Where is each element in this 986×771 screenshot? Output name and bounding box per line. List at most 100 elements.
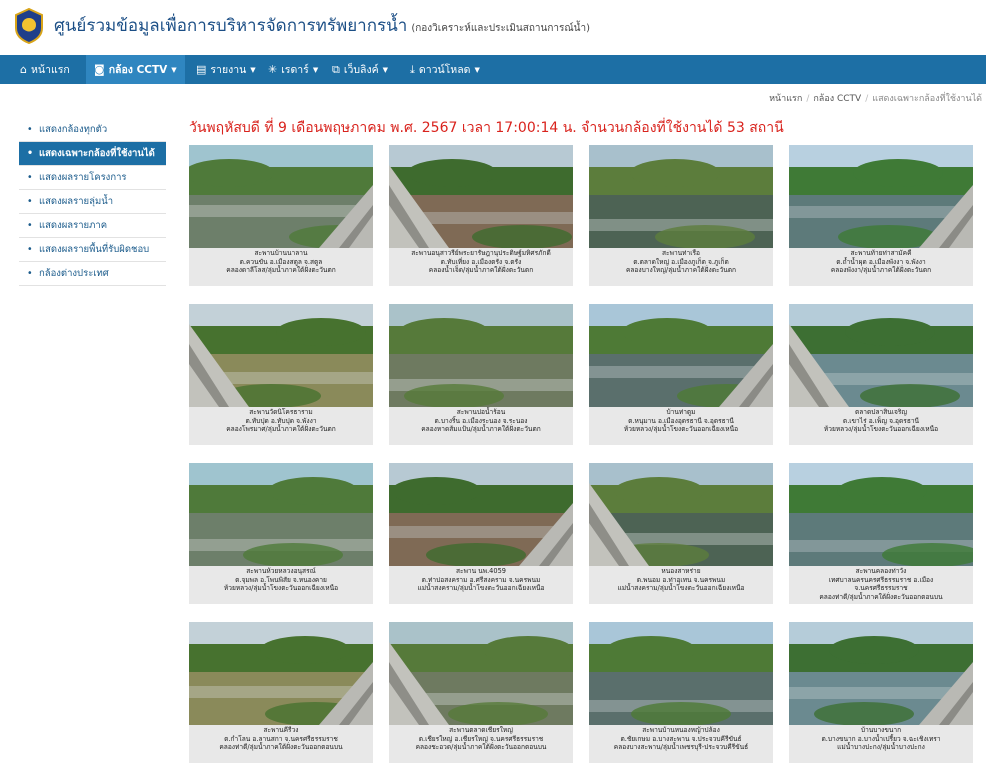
camera-location: ต.ถ้ำน้ำผุด อ.เมืองพังงา จ.พังงา	[836, 257, 926, 266]
sidebar-item-by-project[interactable]: แสดงผลรายโครงการ	[19, 166, 166, 190]
camera-card[interactable]: สะพานคลองท่าวัง เทศบาลนครนครศรีธรรมราช อ.…	[789, 463, 973, 604]
camera-snapshot[interactable]	[189, 304, 373, 407]
sidebar-item-by-region[interactable]: แสดงผลรายภาค	[19, 214, 166, 238]
camera-basin: ห้วยหลวง/ลุ่มน้ำโขงตะวันออกเฉียงเหนือ	[623, 425, 739, 433]
camera-station-name[interactable]: สะพานท้ายท่าสามัคคี	[789, 249, 973, 258]
sidebar-item-working-cameras[interactable]: แสดงเฉพาะกล้องที่ใช้งานได้	[19, 142, 166, 166]
camera-card[interactable]: สะพานตลาดเชียรใหญ่ ต.เชียรใหญ่ อ.เชียรใหญ…	[389, 622, 573, 763]
camera-basin-extra: คลองท่าดี/ลุ่มน้ำภาคใต้ฝั่งตะวันออกตอนบน	[819, 592, 943, 601]
camera-station-name[interactable]: สะพานวัดนิโครธาราม	[189, 408, 373, 417]
sidebar-item-foreign-cameras[interactable]: กล้องต่างประเทศ	[19, 262, 166, 286]
site-title[interactable]: ศูนย์รวมข้อมูลเพื่อการบริหารจัดการทรัพยา…	[54, 12, 590, 39]
sidebar-item-by-responsible-area[interactable]: แสดงผลรายพื้นที่รับผิดชอบ	[19, 238, 166, 262]
camera-caption: ตลาดปลาสินเจริญ ต.เขาไร่ อ.เพ็ญ จ.อุดรธาน…	[789, 408, 973, 434]
chevron-down-icon: ▼	[382, 65, 388, 74]
nav-report[interactable]: ▤ รายงาน ▼	[196, 55, 256, 84]
camera-basin: คลองโพรมาศ/ลุ่มน้ำภาคใต้ฝั่งตะวันตก	[226, 425, 336, 433]
camera-card[interactable]: สะพานอนุสาวรีย์พระยารัษฎานุประดิษฐ์มหิศร…	[389, 145, 573, 286]
camera-card[interactable]: สะพานห้วยหลวงอนุสรณ์ ต.จุมพล อ.โพนพิสัย จ…	[189, 463, 373, 604]
camera-station-name[interactable]: สะพาน นพ.4059	[389, 567, 573, 576]
camera-card[interactable]: หนองสาหร่าย ต.พนอม อ.ท่าอุเทน จ.นครพนม แม่…	[589, 463, 773, 604]
camera-snapshot-image	[789, 145, 973, 248]
camera-station-name[interactable]: สะพานคีรีวง	[189, 726, 373, 735]
camera-caption: หนองสาหร่าย ต.พนอม อ.ท่าอุเทน จ.นครพนม แม่…	[589, 567, 773, 593]
sidebar-item-all-cameras[interactable]: แสดงกล้องทุกตัว	[19, 118, 166, 142]
camera-card[interactable]: บ้านบางขนาก ต.บางขนาก อ.บางน้ำเปรี้ยว จ.ฉ…	[789, 622, 973, 763]
camera-snapshot[interactable]	[789, 145, 973, 248]
camera-snapshot[interactable]	[789, 622, 973, 725]
camera-station-name[interactable]: สะพานบ้านหนองหญ้าปล้อง	[589, 726, 773, 735]
nav-cctv[interactable]: ◙ กล้อง CCTV ▼	[86, 55, 185, 84]
camera-snapshot[interactable]	[189, 463, 373, 566]
logo-emblem-icon[interactable]	[14, 8, 44, 44]
home-icon: ⌂	[20, 63, 27, 76]
breadcrumb-cctv[interactable]: กล้อง CCTV	[813, 94, 861, 104]
camera-location: ต.เขาไร่ อ.เพ็ญ จ.อุดรธานี	[842, 416, 920, 425]
nav-download[interactable]: ⤓ ดาวน์โหลด ▼	[410, 55, 480, 84]
nav-report-label: รายงาน	[210, 64, 247, 76]
nav-home[interactable]: ⌂ หน้าแรก	[20, 55, 70, 84]
camera-station-name[interactable]: สะพานบ่อน้ำร้อน	[389, 408, 573, 417]
camera-caption: สะพานคีรีวง ต.กำโลน อ.ลานสกา จ.นครศรีธรรม…	[189, 726, 373, 752]
camera-card[interactable]: สะพานบ้านหนองหญ้าปล้อง ต.ชัยเกษม อ.บางสะพ…	[589, 622, 773, 763]
chevron-down-icon: ▼	[474, 65, 480, 74]
camera-snapshot[interactable]	[589, 304, 773, 407]
camera-location: เทศบาลนครนครศรีธรรมราช อ.เมือง	[828, 575, 934, 584]
camera-basin: คลองบางใหญ่/ลุ่มน้ำภาคใต้ฝั่งตะวันตก	[625, 266, 737, 274]
breadcrumb-separator: /	[865, 94, 869, 104]
camera-snapshot[interactable]	[389, 463, 573, 566]
camera-location: ต.บางขนาก อ.บางน้ำเปรี้ยว จ.ฉะเชิงเทรา	[821, 734, 941, 743]
camera-station-name[interactable]: สะพานห้วยหลวงอนุสรณ์	[189, 567, 373, 576]
camera-station-name[interactable]: บ้านบางขนาก	[789, 726, 973, 735]
camera-station-name[interactable]: สะพานท่าเรือ	[589, 249, 773, 258]
camera-snapshot[interactable]	[189, 145, 373, 248]
site-header: ศูนย์รวมข้อมูลเพื่อการบริหารจัดการทรัพยา…	[0, 0, 986, 52]
camera-snapshot[interactable]	[789, 463, 973, 566]
camera-snapshot[interactable]	[389, 622, 573, 725]
nav-radar-label: เรดาร์	[281, 64, 309, 76]
camera-snapshot[interactable]	[589, 463, 773, 566]
camera-snapshot[interactable]	[189, 622, 373, 725]
nav-weblink[interactable]: ⧉ เว็บลิงค์ ▼	[332, 55, 388, 84]
camera-caption: สะพานคลองท่าวัง เทศบาลนครนครศรีธรรมราช อ.…	[789, 567, 973, 601]
breadcrumb-home[interactable]: หน้าแรก	[769, 94, 802, 104]
nav-cctv-label: กล้อง CCTV	[108, 64, 168, 76]
camera-station-name[interactable]: หนองสาหร่าย	[589, 567, 773, 576]
camera-location: ต.หนุมาน อ.เมืองอุดรธานี จ.อุดรธานี	[628, 416, 734, 425]
camera-station-name[interactable]: สะพานอนุสาวรีย์พระยารัษฎานุประดิษฐ์มหิศร…	[389, 249, 573, 258]
camera-card[interactable]: สะพานบ่อน้ำร้อน ต.บางริ้น อ.เมืองระนอง จ.…	[389, 304, 573, 445]
camera-station-name[interactable]: สะพานตลาดเชียรใหญ่	[389, 726, 573, 735]
camera-snapshot[interactable]	[789, 304, 973, 407]
camera-card[interactable]: สะพาน นพ.4059 ต.ท่าบ่อสงคราม อ.ศรีสงคราม …	[389, 463, 573, 604]
nav-radar[interactable]: ✳ เรดาร์ ▼	[268, 55, 318, 84]
camera-station-name[interactable]: สะพานบ้านนาลาน	[189, 249, 373, 258]
camera-basin: คลองหาดส้มแป้น/ลุ่มน้ำภาคใต้ฝั่งตะวันตก	[421, 425, 541, 433]
camera-card[interactable]: สะพานบ้านนาลาน ต.ควนขัน อ.เมืองสตูล จ.สตู…	[189, 145, 373, 286]
camera-snapshot-image	[789, 622, 973, 725]
camera-snapshot-image	[189, 463, 373, 566]
camera-snapshot[interactable]	[389, 145, 573, 248]
camera-location: ต.บางริ้น อ.เมืองระนอง จ.ระนอง	[434, 416, 528, 425]
camera-snapshot[interactable]	[389, 304, 573, 407]
camera-caption: สะพานบ้านนาลาน ต.ควนขัน อ.เมืองสตูล จ.สตู…	[189, 249, 373, 275]
sidebar-item-by-basin[interactable]: แสดงผลรายลุ่มน้ำ	[19, 190, 166, 214]
camera-location: ต.กำโลน อ.ลานสกา จ.นครศรีธรรมราช	[224, 734, 338, 743]
camera-card[interactable]: บ้านท่าตูม ต.หนุมาน อ.เมืองอุดรธานี จ.อุด…	[589, 304, 773, 445]
camera-snapshot[interactable]	[589, 145, 773, 248]
camera-location: ต.พนอม อ.ท่าอุเทน จ.นครพนม	[636, 575, 726, 584]
camera-basin: ห้วยหลวง/ลุ่มน้ำโขงตะวันออกเฉียงเหนือ	[823, 425, 939, 433]
chevron-down-icon: ▼	[250, 65, 256, 74]
camera-snapshot[interactable]	[589, 622, 773, 725]
camera-location: ต.เชียรใหญ่ อ.เชียรใหญ่ จ.นครศรีธรรมราช	[418, 734, 544, 743]
camera-card[interactable]: สะพานวัดนิโครธาราม ต.ทับปุด อ.ทับปุด จ.พั…	[189, 304, 373, 445]
camera-card[interactable]: สะพานท้ายท่าสามัคคี ต.ถ้ำน้ำผุด อ.เมืองพั…	[789, 145, 973, 286]
camera-card[interactable]: สะพานคีรีวง ต.กำโลน อ.ลานสกา จ.นครศรีธรรม…	[189, 622, 373, 763]
camera-station-name[interactable]: ตลาดปลาสินเจริญ	[789, 408, 973, 417]
camera-basin: คลองน้ำเจ็ด/ลุ่มน้ำภาคใต้ฝั่งตะวันตก	[428, 266, 534, 274]
camera-snapshot-image	[589, 145, 773, 248]
camera-caption: บ้านท่าตูม ต.หนุมาน อ.เมืองอุดรธานี จ.อุด…	[589, 408, 773, 434]
camera-station-name[interactable]: สะพานคลองท่าวัง	[789, 567, 973, 576]
camera-card[interactable]: สะพานท่าเรือ ต.ตลาดใหญ่ อ.เมืองภูเก็ต จ.ภ…	[589, 145, 773, 286]
camera-station-name[interactable]: บ้านท่าตูม	[589, 408, 773, 417]
camera-card[interactable]: ตลาดปลาสินเจริญ ต.เขาไร่ อ.เพ็ญ จ.อุดรธาน…	[789, 304, 973, 445]
